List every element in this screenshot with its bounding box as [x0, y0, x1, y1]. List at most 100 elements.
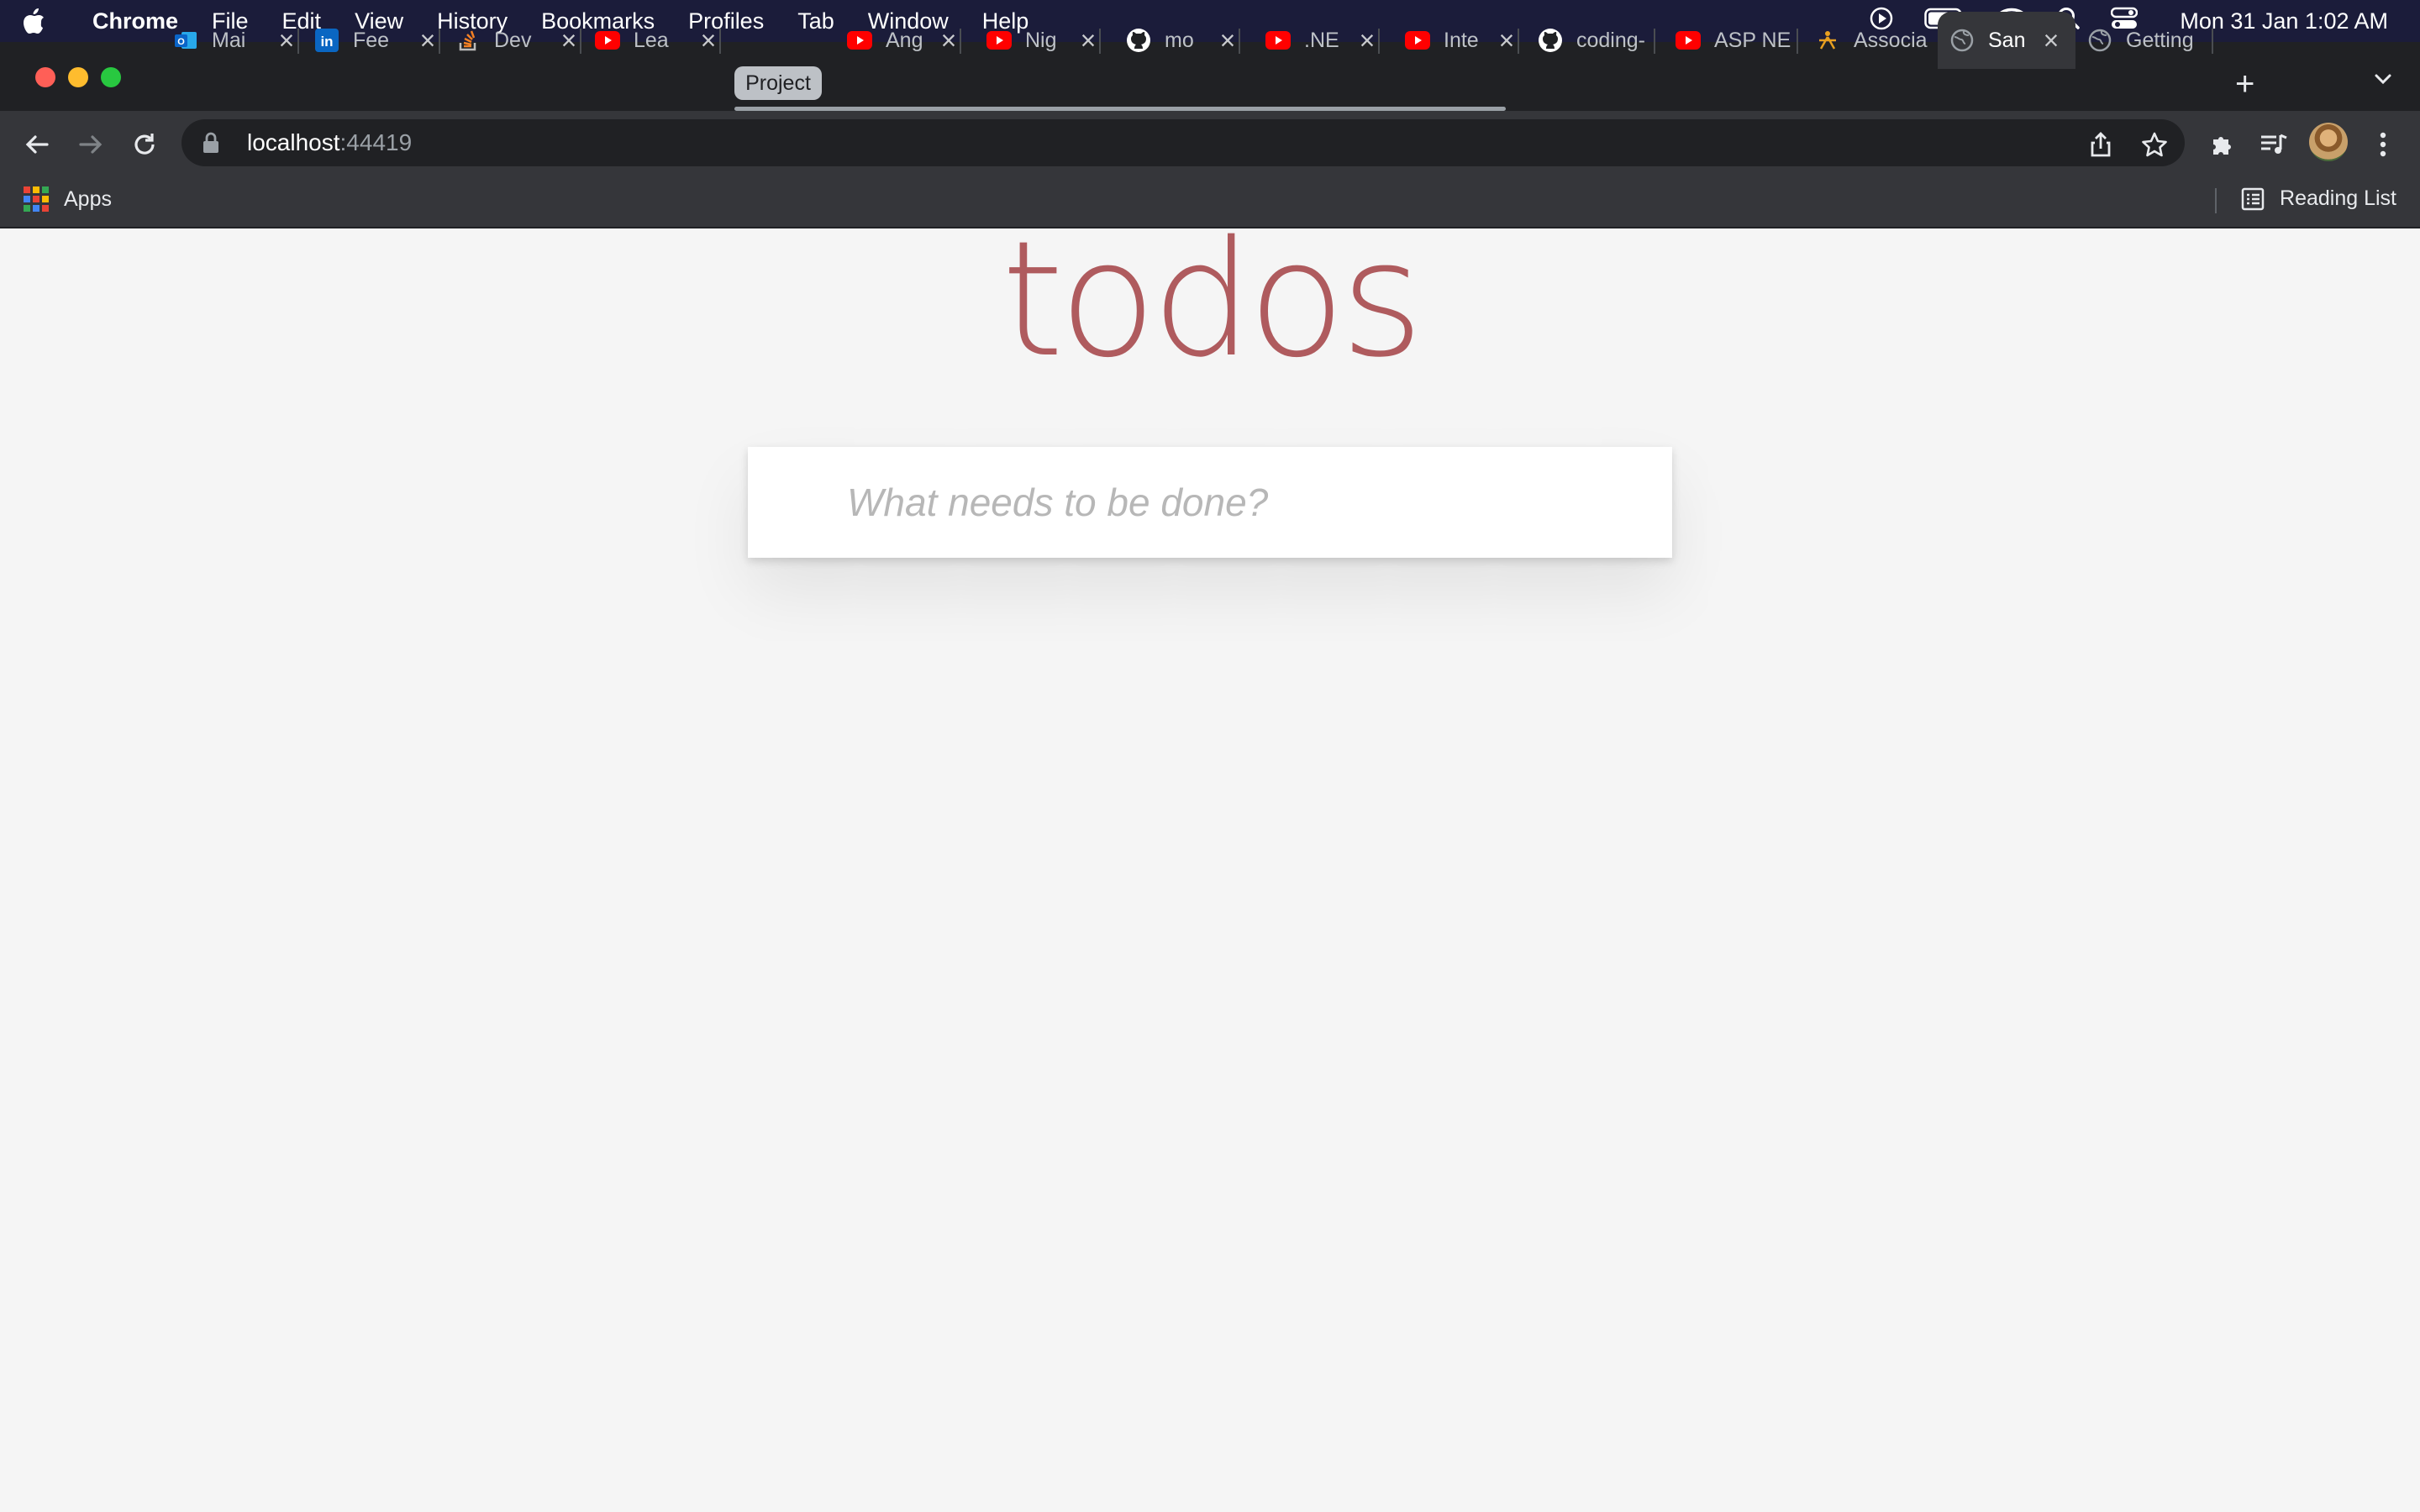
tab-title: mo: [1165, 28, 1194, 52]
tab-group-label[interactable]: Project: [734, 66, 822, 100]
youtube-icon: [1676, 28, 1701, 53]
tab-title: Nig: [1025, 28, 1057, 52]
apple-logo-icon[interactable]: [22, 8, 72, 34]
tab-title: ASP NE: [1714, 28, 1791, 52]
tab-title: Associa: [1854, 28, 1928, 52]
svg-text:O: O: [177, 37, 185, 47]
tab-title: Dev: [494, 28, 532, 52]
youtube-icon: [595, 28, 620, 53]
tab-search-chevron-icon[interactable]: [2371, 67, 2395, 95]
apps-grid-icon: [24, 186, 49, 212]
close-tab-icon[interactable]: ×: [274, 25, 299, 56]
svg-text:in: in: [320, 34, 333, 50]
browser-tab[interactable]: Inte ×: [1405, 12, 1519, 69]
zoom-window-button[interactable]: [101, 67, 121, 87]
url-text[interactable]: localhost:44419: [247, 129, 412, 156]
tab-title: Fee: [353, 28, 390, 52]
media-control-icon[interactable]: [2257, 128, 2291, 161]
menu-tab[interactable]: Tab: [781, 8, 851, 34]
youtube-icon: [1405, 28, 1430, 53]
close-tab-icon[interactable]: ×: [1494, 25, 1519, 56]
tab-title: .NE: [1304, 28, 1339, 52]
reload-icon[interactable]: [128, 128, 161, 161]
close-tab-icon[interactable]: ×: [1355, 25, 1380, 56]
tab-separator: [1797, 29, 1798, 54]
chrome-menu-icon[interactable]: [2366, 128, 2400, 161]
stackoverflow-icon: [455, 28, 481, 53]
reading-list-button[interactable]: Reading List: [2241, 186, 2396, 211]
address-bar[interactable]: localhost:44419: [182, 119, 2185, 166]
browser-tab[interactable]: coding-: [1538, 12, 1655, 69]
associa-icon: [1815, 28, 1840, 53]
close-tab-icon[interactable]: ×: [1215, 25, 1240, 56]
browser-tab-active[interactable]: San ×: [1938, 12, 2075, 69]
globe-icon: [2087, 28, 2112, 53]
lock-icon[interactable]: [202, 132, 227, 154]
browser-tab[interactable]: mo ×: [1126, 12, 1240, 69]
browser-tab[interactable]: ASP NE: [1676, 12, 1798, 69]
youtube-icon: [847, 28, 872, 53]
bookmarks-divider: [2215, 188, 2217, 213]
url-host: localhost: [247, 129, 340, 155]
close-tab-icon[interactable]: ×: [556, 25, 581, 56]
share-icon[interactable]: [2084, 128, 2118, 161]
browser-tab[interactable]: Dev ×: [455, 12, 581, 69]
browser-tab[interactable]: Lea ×: [595, 12, 721, 69]
web-page-content: todos: [0, 207, 2420, 1512]
extensions-puzzle-icon[interactable]: [2205, 128, 2238, 161]
close-tab-icon[interactable]: ×: [2039, 25, 2064, 56]
browser-tab[interactable]: Ang ×: [847, 12, 961, 69]
tab-title: San: [1988, 28, 2026, 52]
tab-separator: [719, 29, 721, 54]
window-controls: [35, 67, 121, 87]
app-title: todos: [1001, 207, 1424, 392]
tab-title: Ang: [886, 28, 923, 52]
profile-avatar[interactable]: [2309, 123, 2348, 161]
new-todo-input[interactable]: [748, 447, 1672, 558]
tab-separator: [1518, 29, 1519, 54]
tab-title: Getting: [2126, 28, 2194, 52]
tab-separator: [1239, 29, 1240, 54]
close-tab-icon[interactable]: ×: [936, 25, 961, 56]
new-todo-container: [748, 447, 1672, 558]
new-tab-button[interactable]: +: [2235, 66, 2254, 103]
close-tab-icon[interactable]: ×: [696, 25, 721, 56]
tab-title: Lea: [634, 28, 669, 52]
tab-title: coding-: [1576, 28, 1645, 52]
reading-list-label: Reading List: [2280, 186, 2396, 210]
browser-tab[interactable]: in Fee ×: [314, 12, 440, 69]
youtube-icon: [1265, 28, 1291, 53]
back-arrow-icon[interactable]: [20, 128, 54, 161]
globe-icon: [1949, 28, 1975, 53]
reading-list-icon: [2241, 187, 2265, 211]
browser-tab[interactable]: O Mai ×: [173, 12, 299, 69]
close-window-button[interactable]: [35, 67, 55, 87]
browser-tab[interactable]: Associa: [1815, 12, 1929, 69]
apps-label: Apps: [64, 186, 112, 211]
browser-tab[interactable]: Getting: [2087, 12, 2213, 69]
browser-tab[interactable]: Nig ×: [986, 12, 1101, 69]
tab-separator: [1654, 29, 1655, 54]
browser-tab[interactable]: .NE ×: [1265, 12, 1380, 69]
browser-toolbar: localhost:44419: [0, 111, 2420, 175]
tab-separator: [2212, 29, 2213, 54]
tab-title: Inte: [1444, 28, 1479, 52]
url-port: :44419: [339, 129, 413, 155]
apps-shortcut[interactable]: Apps: [24, 186, 112, 212]
forward-arrow-icon[interactable]: [74, 128, 108, 161]
bookmark-star-icon[interactable]: [2138, 128, 2171, 161]
minimize-window-button[interactable]: [68, 67, 88, 87]
tab-title: Mai: [212, 28, 246, 52]
tab-separator: [297, 29, 299, 54]
youtube-icon: [986, 28, 1012, 53]
tab-separator: [1099, 29, 1101, 54]
outlook-icon: O: [173, 28, 198, 53]
close-tab-icon[interactable]: ×: [1076, 25, 1101, 56]
tab-separator: [960, 29, 961, 54]
close-tab-icon[interactable]: ×: [415, 25, 440, 56]
github-icon: [1538, 28, 1563, 53]
tab-separator: [580, 29, 581, 54]
github-icon: [1126, 28, 1151, 53]
linkedin-icon: in: [314, 28, 339, 53]
tab-separator: [1378, 29, 1380, 54]
